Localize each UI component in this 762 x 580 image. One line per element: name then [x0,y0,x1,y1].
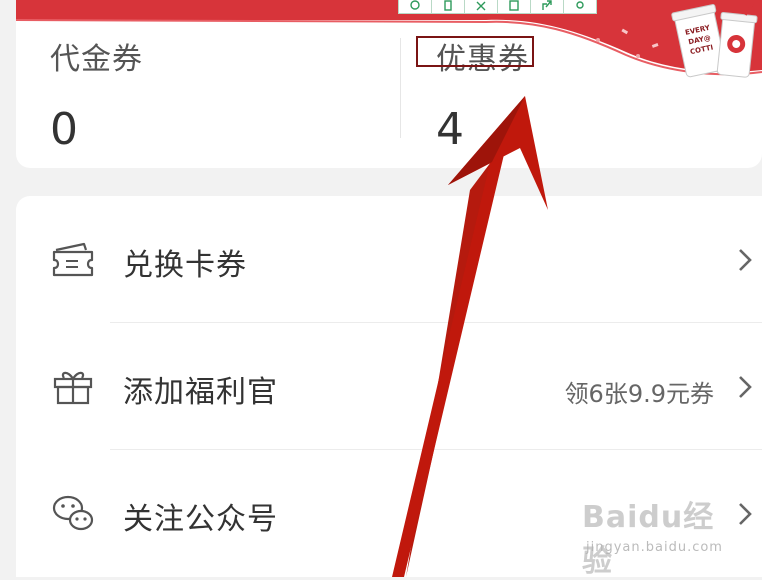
annotation-arrow [392,96,548,577]
